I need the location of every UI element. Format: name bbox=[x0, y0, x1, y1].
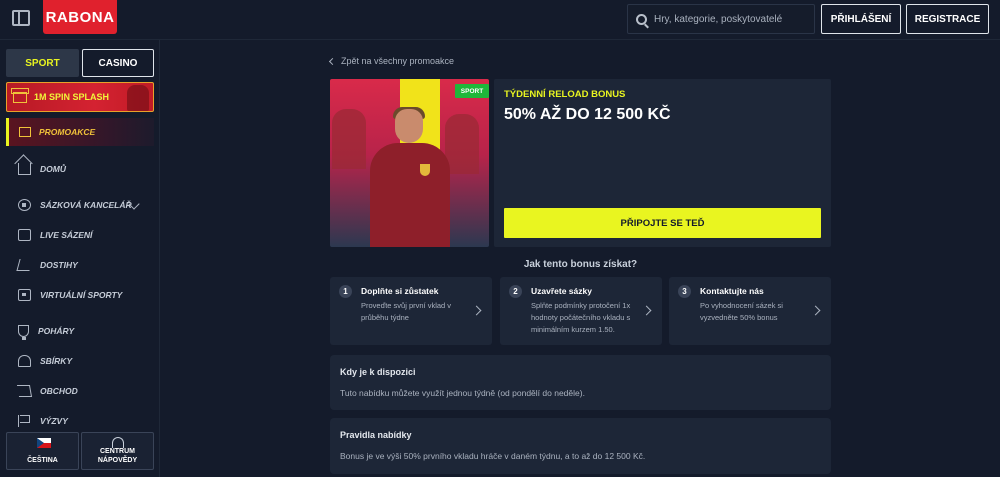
search-icon bbox=[636, 13, 647, 25]
login-button[interactable]: PŘIHLÁŠENÍ bbox=[821, 4, 901, 34]
how-to-get-bonus-title: Jak tento bonus získat? bbox=[523, 259, 638, 270]
ball-icon bbox=[18, 199, 31, 211]
sidebar-item-label: VIRTUÁLNÍ SPORTY bbox=[40, 290, 123, 300]
sidebar-item-trophies[interactable]: POHÁRY bbox=[18, 325, 75, 340]
step-title: Doplňte si zůstatek bbox=[361, 286, 439, 296]
step-card[interactable]: 3 Kontaktujte nás Po vyhodnocení sázek s… bbox=[669, 277, 831, 345]
register-button[interactable]: REGISTRACE bbox=[906, 4, 989, 34]
sidebar-item-challenges[interactable]: VÝZVY bbox=[18, 415, 68, 427]
sidebar-item-sportsbook[interactable]: SÁZKOVÁ KANCELÁŘ bbox=[18, 199, 132, 211]
step-title: Uzavřete sázky bbox=[531, 286, 592, 296]
rabona-logo[interactable]: RABONA bbox=[43, 0, 117, 34]
home-icon bbox=[18, 163, 31, 175]
live-icon bbox=[18, 229, 31, 241]
sidebar-item-label: SBÍRKY bbox=[40, 356, 73, 366]
sidebar-item-label: DOSTIHY bbox=[40, 260, 78, 270]
chevron-right-icon bbox=[471, 305, 482, 316]
search-box[interactable] bbox=[627, 4, 815, 34]
gift-icon bbox=[19, 127, 31, 137]
cart-icon bbox=[16, 385, 33, 397]
rules-text: Bonus je ve výši 50% prvního vkladu hráč… bbox=[340, 451, 646, 461]
sidebar: SPORT CASINO 1M SPIN SPLASH PROMOAKCE DO… bbox=[0, 40, 160, 477]
sidebar-item-shop[interactable]: OBCHOD bbox=[16, 385, 78, 397]
shirt-crest bbox=[420, 164, 430, 176]
step-description: Splňte podmínky protočení 1x hodnoty poč… bbox=[531, 301, 631, 334]
availability-title: Kdy je k dispozici bbox=[340, 367, 416, 377]
promo-label: TÝDENNÍ RELOAD BONUS bbox=[504, 89, 626, 100]
horse-icon bbox=[16, 259, 33, 271]
availability-card: Kdy je k dispozici Tuto nabídku můžete v… bbox=[330, 355, 831, 410]
sport-tag-badge: SPORT bbox=[455, 84, 489, 98]
help-center-button[interactable]: CENTRUM NÁPOVĚDY bbox=[81, 432, 154, 470]
sidebar-item-label: PROMOAKCE bbox=[39, 127, 96, 137]
back-link-label: Zpět na všechny promoakce bbox=[341, 56, 455, 66]
help-label-line1: CENTRUM bbox=[100, 448, 135, 455]
sidebar-item-promotions[interactable]: PROMOAKCE bbox=[6, 118, 154, 146]
language-label: ČEŠTINA bbox=[27, 457, 58, 464]
step-title: Kontaktujte nás bbox=[700, 286, 764, 296]
rules-title: Pravidla nabídky bbox=[340, 430, 412, 440]
spin-banner-label: 1M SPIN SPLASH bbox=[34, 92, 110, 102]
sidebar-item-live[interactable]: LIVE SÁZENÍ bbox=[18, 229, 92, 241]
step-description: Proveďte svůj první vklad v průběhu týdn… bbox=[361, 301, 452, 322]
top-header: RABONA PŘIHLÁŠENÍ REGISTRACE bbox=[0, 0, 1000, 40]
background-player bbox=[332, 109, 366, 169]
flag-icon bbox=[18, 415, 31, 427]
step-card[interactable]: 1 Doplňte si zůstatek Proveďte svůj prvn… bbox=[330, 277, 492, 345]
rules-card: Pravidla nabídky Bonus je ve výši 50% pr… bbox=[330, 418, 831, 474]
sidebar-item-label: DOMŮ bbox=[40, 164, 66, 174]
step-description: Po vyhodnocení sázek si vyzvedněte 50% b… bbox=[700, 301, 783, 322]
czech-flag-icon bbox=[37, 438, 51, 448]
promo-image bbox=[330, 79, 489, 247]
tab-sport[interactable]: SPORT bbox=[6, 49, 79, 77]
sidebar-item-label: OBCHOD bbox=[40, 386, 78, 396]
headset-icon bbox=[112, 437, 124, 448]
tab-casino[interactable]: CASINO bbox=[82, 49, 154, 77]
banner-player-image bbox=[127, 85, 149, 111]
sidebar-item-home[interactable]: DOMŮ bbox=[18, 163, 66, 175]
step-card[interactable]: 2 Uzavřete sázky Splňte podmínky protoče… bbox=[500, 277, 662, 345]
collections-icon bbox=[18, 355, 31, 367]
sidebar-item-virtual-sports[interactable]: VIRTUÁLNÍ SPORTY bbox=[18, 289, 122, 301]
sidebar-item-label: LIVE SÁZENÍ bbox=[40, 230, 93, 240]
language-button[interactable]: ČEŠTINA bbox=[6, 432, 79, 470]
step-number: 2 bbox=[509, 285, 522, 298]
sidebar-item-label: SÁZKOVÁ KANCELÁŘ bbox=[40, 200, 132, 210]
spin-splash-banner[interactable]: 1M SPIN SPLASH bbox=[6, 82, 154, 112]
availability-text: Tuto nabídku můžete využít jednou týdně … bbox=[340, 388, 585, 398]
player-figure bbox=[370, 107, 450, 247]
sidebar-toggle-icon[interactable] bbox=[12, 10, 30, 26]
search-input[interactable] bbox=[654, 13, 804, 25]
background-player bbox=[445, 114, 479, 174]
step-number: 1 bbox=[339, 285, 352, 298]
trophy-icon bbox=[18, 325, 29, 340]
step-number: 3 bbox=[678, 285, 691, 298]
sidebar-item-label: VÝZVY bbox=[40, 416, 68, 426]
sidebar-item-label: POHÁRY bbox=[38, 326, 75, 336]
chevron-left-icon bbox=[328, 57, 337, 65]
sidebar-item-collections[interactable]: SBÍRKY bbox=[18, 355, 72, 367]
player-shirt bbox=[370, 143, 450, 247]
gift-icon bbox=[11, 87, 29, 103]
sidebar-item-horse-racing[interactable]: DOSTIHY bbox=[16, 259, 78, 271]
promo-title: 50% AŽ DO 12 500 KČ bbox=[504, 106, 671, 123]
help-label-line2: NÁPOVĚDY bbox=[97, 457, 138, 464]
virtual-icon bbox=[18, 289, 31, 301]
chevron-right-icon bbox=[641, 305, 652, 316]
back-link[interactable]: Zpět na všechny promoakce bbox=[328, 56, 455, 66]
player-head bbox=[395, 109, 423, 143]
chevron-right-icon bbox=[810, 305, 821, 316]
join-now-button[interactable]: PŘIPOJTE SE TEĎ bbox=[504, 208, 821, 238]
